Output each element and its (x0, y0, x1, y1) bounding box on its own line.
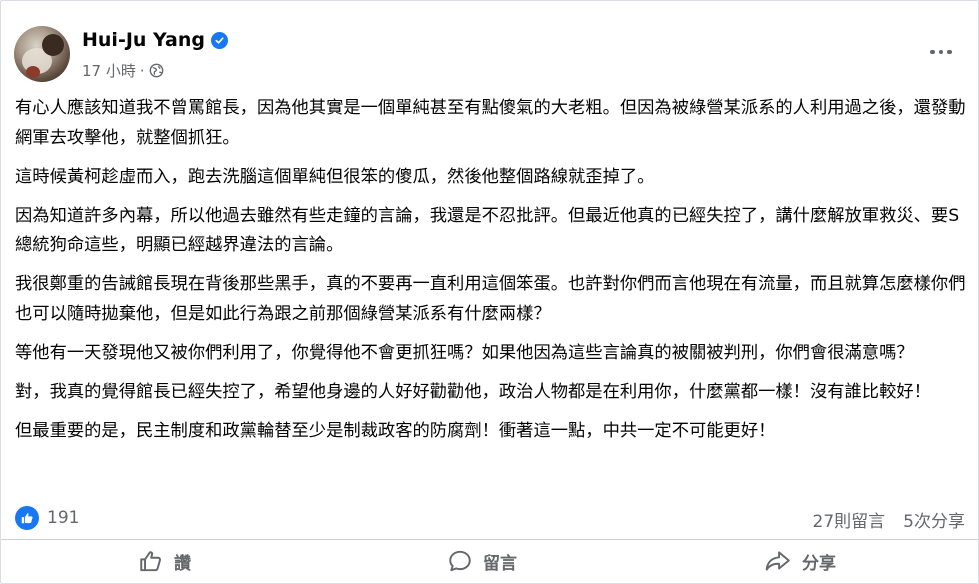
share-button[interactable]: 分享 (764, 548, 836, 574)
meta-separator: · (139, 61, 145, 80)
engagement-stats: 27則留言 5次分享 (813, 507, 965, 532)
post-paragraph: 等他有一天發現他又被你們利用了，你覺得他不會更抓狂嗎？如果他因為這些言論真的被關… (15, 342, 914, 363)
author-row: Hui-Ju Yang (82, 29, 228, 51)
share-button-label: 分享 (802, 553, 836, 574)
globe-icon[interactable] (149, 63, 164, 78)
verified-badge-icon (211, 31, 228, 49)
post-body: 有心人應該知道我不曾罵館長，因為他其實是一個單純甚至有點傻氣的大老粗。但因為被綠… (15, 94, 967, 456)
post-meta: 17 小時 · (82, 60, 164, 81)
post-paragraph: 這時候黃柯趁虛而入，跑去洗腦這個單純但很笨的傻瓜，然後他整個路線就歪掉了。 (15, 166, 655, 187)
like-button-label: 讚 (174, 553, 191, 574)
post-paragraph: 因為知道許多內幕，所以他過去雖然有些走鐘的言論，我還是不忍批評。但最近他真的已經… (15, 205, 960, 256)
post-header: Hui-Ju Yang 17 小時 · (14, 26, 964, 84)
more-options-icon[interactable] (928, 48, 954, 56)
post-paragraph: 對，我真的覺得館長已經失控了，希望他身邊的人好好勸勸他，政治人物都是在利用你，什… (15, 381, 931, 402)
comment-button-label: 留言 (483, 553, 517, 574)
thumbs-up-icon (138, 548, 164, 574)
post-paragraph: 但最重要的是，民主制度和政黨輪替至少是制裁政客的防腐劑！衝著這一點，中共一定不可… (15, 420, 776, 441)
like-reaction-icon (15, 506, 39, 530)
share-count[interactable]: 5次分享 (903, 507, 965, 532)
author-name[interactable]: Hui-Ju Yang (82, 29, 205, 51)
speech-bubble-icon (447, 548, 473, 574)
comment-count[interactable]: 27則留言 (813, 507, 886, 532)
post-paragraph: 有心人應該知道我不曾罵館長，因為他其實是一個單純甚至有點傻氣的大老粗。但因為被綠… (15, 98, 966, 148)
post-card: Hui-Ju Yang 17 小時 · 有心人應該知道我不曾罵館長，因為他其實是… (0, 0, 979, 584)
action-bar: 讚 留言 分享 (1, 539, 978, 584)
reaction-summary[interactable]: 191 (15, 506, 79, 530)
reaction-stats: 191 27則留言 5次分享 (15, 504, 965, 534)
post-paragraph: 我很鄭重的告誡館長現在背後那些黑手，真的不要再一直利用這個笨蛋。也許對你們而言他… (15, 274, 966, 324)
share-arrow-icon (764, 548, 792, 574)
comment-button[interactable]: 留言 (447, 548, 517, 574)
avatar[interactable] (14, 26, 70, 82)
like-count: 191 (47, 508, 80, 528)
post-timestamp[interactable]: 17 小時 (82, 60, 136, 81)
like-button[interactable]: 讚 (138, 548, 191, 574)
